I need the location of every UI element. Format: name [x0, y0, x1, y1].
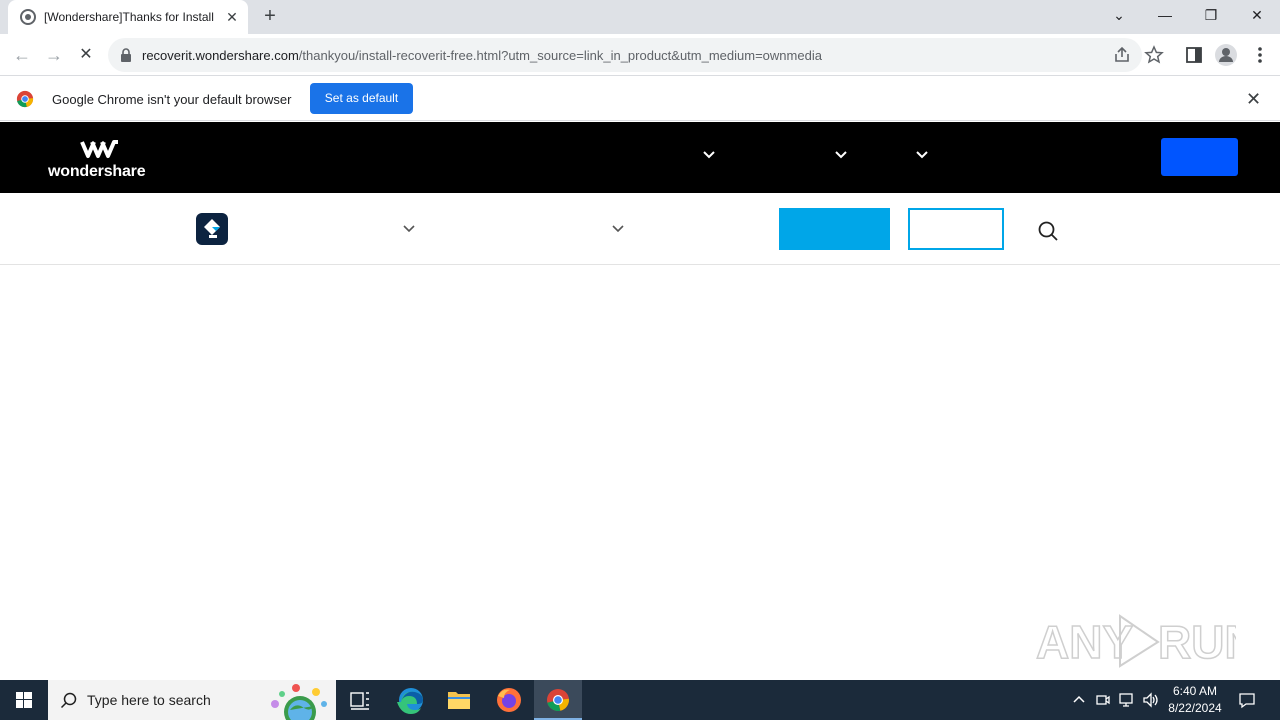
- new-tab-button[interactable]: +: [258, 5, 282, 29]
- brand-name[interactable]: wondershare: [48, 163, 146, 181]
- tab-close-icon[interactable]: ✕: [224, 9, 240, 25]
- url-domain: recoverit.wondershare.com: [142, 48, 299, 63]
- svg-text:ANY: ANY: [1036, 616, 1133, 668]
- taskbar-search-box[interactable]: Type here to search: [48, 680, 336, 720]
- buy-now-button[interactable]: [779, 208, 890, 250]
- infobar-close-icon[interactable]: ✕: [1246, 89, 1261, 110]
- notifications-icon[interactable]: [1238, 691, 1256, 709]
- chevron-down-icon[interactable]: [834, 150, 848, 160]
- chrome-icon: [547, 689, 569, 711]
- side-panel-icon[interactable]: [1184, 45, 1204, 65]
- set-as-default-button[interactable]: Set as default: [310, 83, 413, 114]
- chrome-taskbar-button[interactable]: [534, 680, 582, 720]
- firefox-icon: [497, 688, 521, 712]
- lock-icon: [121, 48, 131, 62]
- windows-logo-icon: [16, 692, 32, 708]
- default-browser-infobar: Google Chrome isn't your default browser…: [0, 77, 1280, 121]
- meet-now-icon[interactable]: [1094, 691, 1112, 709]
- windows-taskbar: Type here to search 6:40 AM 8/22/2024: [0, 680, 1280, 720]
- file-explorer-taskbar-button[interactable]: [435, 680, 483, 720]
- url-text: recoverit.wondershare.com/thankyou/insta…: [142, 48, 822, 63]
- tab-strip: [Wondershare]Thanks for Installing ✕ + ⌄…: [0, 0, 1280, 34]
- chevron-down-icon[interactable]: [915, 150, 929, 160]
- restore-button[interactable]: ❐: [1188, 0, 1234, 30]
- search-icon[interactable]: [1037, 220, 1059, 242]
- search-highlight-icon: [271, 684, 327, 720]
- file-explorer-icon: [448, 692, 470, 709]
- site-cta-button[interactable]: [1161, 138, 1238, 176]
- product-nav: [0, 193, 1280, 265]
- edge-icon: [397, 688, 423, 714]
- url-path: /thankyou/install-recoverit-free.html?ut…: [298, 48, 822, 63]
- chevron-down-icon[interactable]: [403, 225, 415, 233]
- recoverit-mark-icon: [204, 219, 220, 238]
- taskbar-search-placeholder: Type here to search: [87, 692, 211, 708]
- free-download-button[interactable]: [908, 208, 1004, 250]
- tab-title: [Wondershare]Thanks for Installing: [44, 10, 214, 24]
- anyrun-watermark: ANY RUN: [1035, 610, 1258, 670]
- chrome-logo-icon: [16, 90, 34, 108]
- browser-toolbar: ← → ✕ recoverit.wondershare.com/thankyou…: [0, 34, 1280, 76]
- clock-time: 6:40 AM: [1172, 684, 1218, 698]
- chevron-down-icon[interactable]: [612, 225, 624, 233]
- tab-search-button[interactable]: ⌄: [1096, 0, 1142, 30]
- task-view-icon: [350, 692, 369, 710]
- task-view-button[interactable]: [336, 680, 384, 720]
- volume-icon[interactable]: [1142, 691, 1160, 709]
- site-global-nav: wondershare: [0, 122, 1280, 193]
- share-icon[interactable]: [1112, 45, 1132, 65]
- show-hidden-icons-chevron-icon[interactable]: [1070, 691, 1088, 709]
- bookmark-star-icon[interactable]: [1144, 45, 1164, 65]
- minimize-button[interactable]: —: [1142, 0, 1188, 30]
- profile-avatar-icon[interactable]: [1214, 43, 1238, 67]
- search-icon: [60, 692, 77, 709]
- back-button[interactable]: ←: [9, 42, 35, 68]
- window-close-button[interactable]: ✕: [1234, 0, 1280, 30]
- menu-kebab-icon[interactable]: [1250, 45, 1270, 65]
- infobar-message: Google Chrome isn't your default browser: [52, 92, 292, 107]
- clock-date: 8/22/2024: [1168, 701, 1222, 715]
- start-button[interactable]: [0, 680, 48, 720]
- taskbar-clock[interactable]: 6:40 AM 8/22/2024: [1162, 683, 1228, 717]
- stop-loading-button[interactable]: ✕: [73, 42, 99, 68]
- browser-tab[interactable]: [Wondershare]Thanks for Installing ✕: [8, 0, 248, 34]
- tab-favicon-icon: [20, 9, 36, 25]
- network-icon[interactable]: [1118, 691, 1136, 709]
- wondershare-logo-icon[interactable]: [80, 138, 120, 160]
- svg-text:RUN: RUN: [1158, 616, 1236, 668]
- anyrun-watermark-logo-icon: ANY RUN: [1035, 614, 1258, 669]
- recoverit-logo-icon[interactable]: [196, 213, 228, 245]
- address-bar[interactable]: recoverit.wondershare.com/thankyou/insta…: [108, 38, 1142, 72]
- edge-taskbar-button[interactable]: [387, 680, 435, 720]
- chevron-down-icon[interactable]: [702, 150, 716, 160]
- firefox-taskbar-button[interactable]: [485, 680, 533, 720]
- forward-button[interactable]: →: [41, 42, 67, 68]
